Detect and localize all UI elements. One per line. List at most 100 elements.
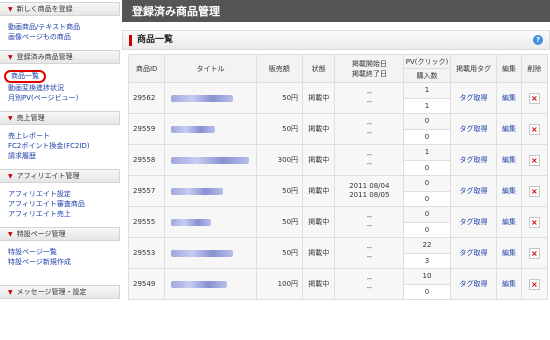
help-icon[interactable]: ? (533, 35, 543, 45)
close-icon[interactable]: × (528, 185, 540, 197)
close-icon[interactable]: × (528, 216, 540, 228)
sidebar-link[interactable]: 請求履歴 (8, 151, 120, 161)
product-status: 掲載中 (302, 268, 336, 300)
sidebar-link[interactable]: アフィリエイト設定 (8, 189, 120, 199)
table-row: 29557 50円 掲載中 2011 08/04 2011 08/05 0 タグ取得 編集 × (127, 175, 549, 207)
edit-cell: 編集 (496, 144, 522, 176)
sidebar: ▼ 新しく商品を登録動画商品/テキスト商品 画像ページもの商品 ▼ 登録済み商品管理商品… (0, 0, 120, 340)
delete-cell: × (520, 82, 549, 114)
edit-link[interactable]: 編集 (502, 249, 516, 257)
period-end: -- (366, 160, 372, 168)
period-start: -- (366, 244, 372, 252)
product-price: 50円 (255, 175, 304, 207)
period-start: -- (366, 213, 372, 221)
triangle-down-icon: ▼ (8, 230, 13, 238)
get-tag-link[interactable]: タグ取得 (460, 280, 488, 288)
product-id: 29559 (127, 113, 166, 145)
tag-cell: タグ取得 (449, 206, 498, 238)
edit-link[interactable]: 編集 (502, 94, 516, 102)
sidebar-link[interactable]: 月別PV(ページビュー) (8, 93, 120, 103)
table-row: 29549 100円 掲載中 -- -- 10 タグ取得 編集 × (127, 268, 549, 300)
sidebar-heading-messages[interactable]: ▼ メッセージ管理・設定 (0, 285, 120, 299)
sidebar-heading[interactable]: ▼ 登録済み商品管理 (0, 50, 120, 64)
product-id: 29555 (127, 206, 166, 238)
pv-count: 0 (403, 175, 451, 192)
period-start: -- (366, 120, 372, 128)
delete-cell: × (520, 206, 549, 238)
get-tag-link[interactable]: タグ取得 (460, 218, 488, 226)
product-status: 掲載中 (302, 237, 336, 269)
get-tag-link[interactable]: タグ取得 (460, 156, 488, 164)
edit-link[interactable]: 編集 (502, 218, 516, 226)
sidebar-heading-label: 売上管理 (16, 114, 45, 122)
get-tag-link[interactable]: タグ取得 (460, 94, 488, 102)
buyers-count: 0 (403, 221, 451, 238)
product-period: 2011 08/04 2011 08/05 (334, 175, 405, 207)
edit-link[interactable]: 編集 (502, 125, 516, 133)
period-start: -- (366, 89, 372, 97)
sidebar-link[interactable]: 特設ページ新規作成 (8, 257, 120, 267)
period-end: -- (366, 253, 372, 261)
table-row: 29559 50円 掲載中 -- -- 0 タグ取得 編集 × (127, 113, 549, 145)
product-period: -- -- (334, 82, 405, 114)
product-title (164, 237, 257, 269)
product-title (164, 113, 257, 145)
edit-cell: 編集 (496, 206, 522, 238)
table-row: 29558 300円 掲載中 -- -- 1 タグ取得 編集 × (127, 144, 549, 176)
get-tag-link[interactable]: タグ取得 (460, 249, 488, 257)
product-price: 50円 (255, 206, 304, 238)
tag-cell: タグ取得 (449, 237, 498, 269)
close-icon[interactable]: × (528, 92, 540, 104)
product-id: 29553 (127, 237, 166, 269)
sidebar-link[interactable]: 商品一覧 (4, 70, 46, 83)
edit-link[interactable]: 編集 (502, 156, 516, 164)
product-title (164, 206, 257, 238)
close-icon[interactable]: × (528, 247, 540, 259)
redacted-title[interactable] (171, 218, 212, 226)
sidebar-link[interactable]: 動画変換進捗状況 (8, 83, 120, 93)
sidebar-link[interactable]: FC2ポイント換金(FC2ID) (8, 141, 120, 151)
product-id: 29557 (127, 175, 166, 207)
redacted-title[interactable] (171, 156, 250, 164)
close-icon[interactable]: × (528, 154, 540, 166)
sidebar-link[interactable]: 売上レポート (8, 131, 120, 141)
section-title: 商品一覧 (129, 34, 173, 46)
product-period: -- -- (334, 237, 405, 269)
sidebar-link[interactable]: アフィリエイト審査商品 (8, 199, 120, 209)
product-period: -- -- (334, 113, 405, 145)
redacted-title[interactable] (171, 125, 216, 133)
section-header: 商品一覧 ? (122, 30, 550, 50)
edit-link[interactable]: 編集 (502, 187, 516, 195)
edit-link[interactable]: 編集 (502, 280, 516, 288)
delete-cell: × (520, 113, 549, 145)
sidebar-link[interactable]: 特設ページ一覧 (8, 247, 120, 257)
get-tag-link[interactable]: タグ取得 (460, 187, 488, 195)
product-id: 29549 (127, 268, 166, 300)
redacted-title[interactable] (171, 187, 224, 195)
get-tag-link[interactable]: タグ取得 (460, 125, 488, 133)
product-price: 50円 (255, 113, 304, 145)
tag-cell: タグ取得 (449, 82, 498, 114)
redacted-title[interactable] (171, 280, 228, 288)
close-icon[interactable]: × (528, 278, 540, 290)
header-period-end: 掲載終了日 (351, 69, 387, 78)
sidebar-link[interactable]: アフィリエイト売上 (8, 209, 120, 219)
product-title (164, 144, 257, 176)
buyers-count: 0 (403, 159, 451, 176)
sidebar-link[interactable]: 画像ページもの商品 (8, 32, 120, 42)
sidebar-heading[interactable]: ▼ 特設ページ管理 (0, 227, 120, 241)
sidebar-heading[interactable]: ▼ 売上管理 (0, 111, 120, 125)
buyers-count: 1 (403, 97, 451, 114)
sidebar-heading-label: メッセージ管理・設定 (16, 288, 87, 296)
redacted-title[interactable] (171, 94, 234, 102)
period-end: -- (366, 129, 372, 137)
close-icon[interactable]: × (528, 123, 540, 135)
pv-count: 0 (403, 206, 451, 223)
sidebar-link[interactable]: 動画商品/テキスト商品 (8, 22, 120, 32)
sidebar-heading[interactable]: ▼ アフィリエイト管理 (0, 169, 120, 183)
redacted-title[interactable] (171, 249, 234, 257)
triangle-right-icon: ▼ (8, 288, 13, 296)
sidebar-heading-label: 特設ページ管理 (16, 230, 66, 238)
main-content: 登録済み商品管理 商品一覧 ? 商品ID タイトル 販売額 状態 掲載開始日 掲… (122, 0, 550, 340)
sidebar-heading[interactable]: ▼ 新しく商品を登録 (0, 2, 120, 16)
